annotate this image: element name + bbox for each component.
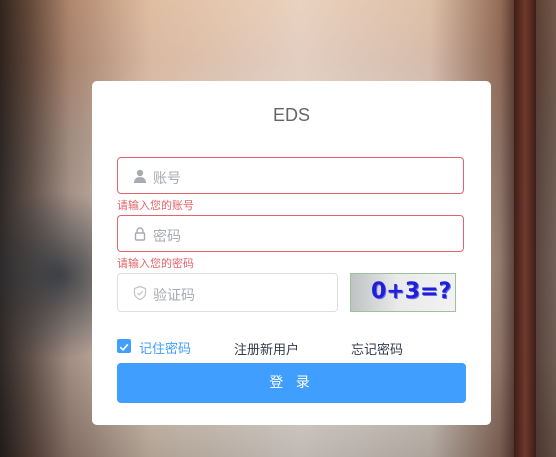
background-frame — [514, 0, 536, 457]
password-placeholder: 密码 — [153, 229, 181, 245]
user-icon — [134, 169, 146, 183]
captcha-image[interactable]: 0+3=? — [350, 273, 456, 312]
shield-check-icon — [133, 285, 147, 301]
account-input[interactable]: 账号 — [117, 157, 464, 194]
forgot-password-link[interactable]: 忘记密码 — [351, 339, 403, 358]
captcha-input[interactable]: 验证码 — [117, 273, 338, 312]
captcha-image-text: 0+3=? — [371, 279, 452, 304]
app-title: EDS — [272, 105, 310, 125]
password-error: 请输入您的密码 — [117, 257, 194, 270]
account-placeholder: 账号 — [153, 171, 181, 187]
login-button[interactable]: 登 录 — [117, 363, 466, 403]
password-input[interactable]: 密码 — [117, 215, 464, 252]
login-card: EDS 账号 请输入您的账号 密码 请输入您的密码 验证码 0+3=? 记住密码… — [92, 81, 491, 425]
lock-icon — [134, 227, 146, 241]
checkbox-checked-icon — [117, 339, 131, 353]
captcha-placeholder: 验证码 — [153, 288, 195, 304]
remember-password-label: 记住密码 — [139, 342, 192, 357]
register-link[interactable]: 注册新用户 — [234, 339, 299, 358]
account-error: 请输入您的账号 — [117, 199, 194, 212]
